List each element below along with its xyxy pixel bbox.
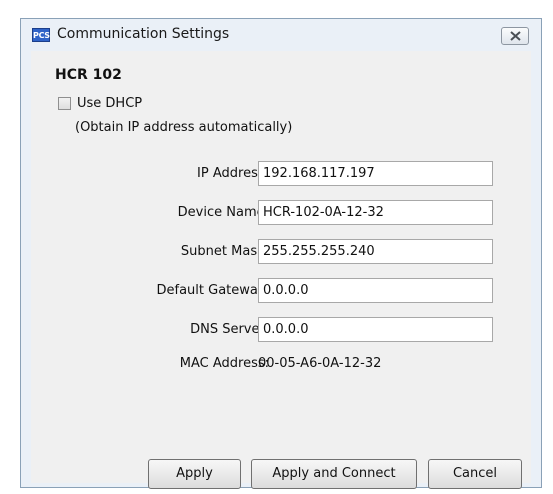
ip-address-input[interactable] xyxy=(258,161,493,186)
title-bar[interactable]: PCS Communication Settings xyxy=(21,19,541,49)
dialog-content: HCR 102 Use DHCP (Obtain IP address auto… xyxy=(31,51,531,489)
mac-address-label: MAC Address: xyxy=(179,356,269,371)
device-name-input[interactable] xyxy=(258,200,493,225)
use-dhcp-label: Use DHCP xyxy=(77,96,143,111)
dns-server-input[interactable] xyxy=(258,317,493,342)
use-dhcp-row[interactable]: Use DHCP xyxy=(58,96,142,111)
window-title: Communication Settings xyxy=(57,26,230,42)
communication-settings-dialog: PCS Communication Settings HCR 102 Use D… xyxy=(20,18,542,489)
close-button[interactable] xyxy=(501,27,529,45)
subnet-mask-label: Subnet Mask: xyxy=(180,244,269,259)
mac-address-value: 00-05-A6-0A-12-32 xyxy=(258,356,382,371)
device-heading: HCR 102 xyxy=(55,67,122,83)
device-name-label: Device Name: xyxy=(177,205,269,220)
pcs-app-icon: PCS xyxy=(32,28,50,42)
close-icon xyxy=(510,31,521,41)
subnet-mask-input[interactable] xyxy=(258,239,493,264)
default-gateway-label: Default Gateway: xyxy=(156,283,270,298)
dhcp-note: (Obtain IP address automatically) xyxy=(75,120,293,135)
apply-button[interactable]: Apply xyxy=(148,459,241,489)
default-gateway-input[interactable] xyxy=(258,278,493,303)
cancel-button[interactable]: Cancel xyxy=(428,459,522,489)
apply-and-connect-button[interactable]: Apply and Connect xyxy=(251,459,417,489)
use-dhcp-checkbox[interactable] xyxy=(58,97,71,110)
